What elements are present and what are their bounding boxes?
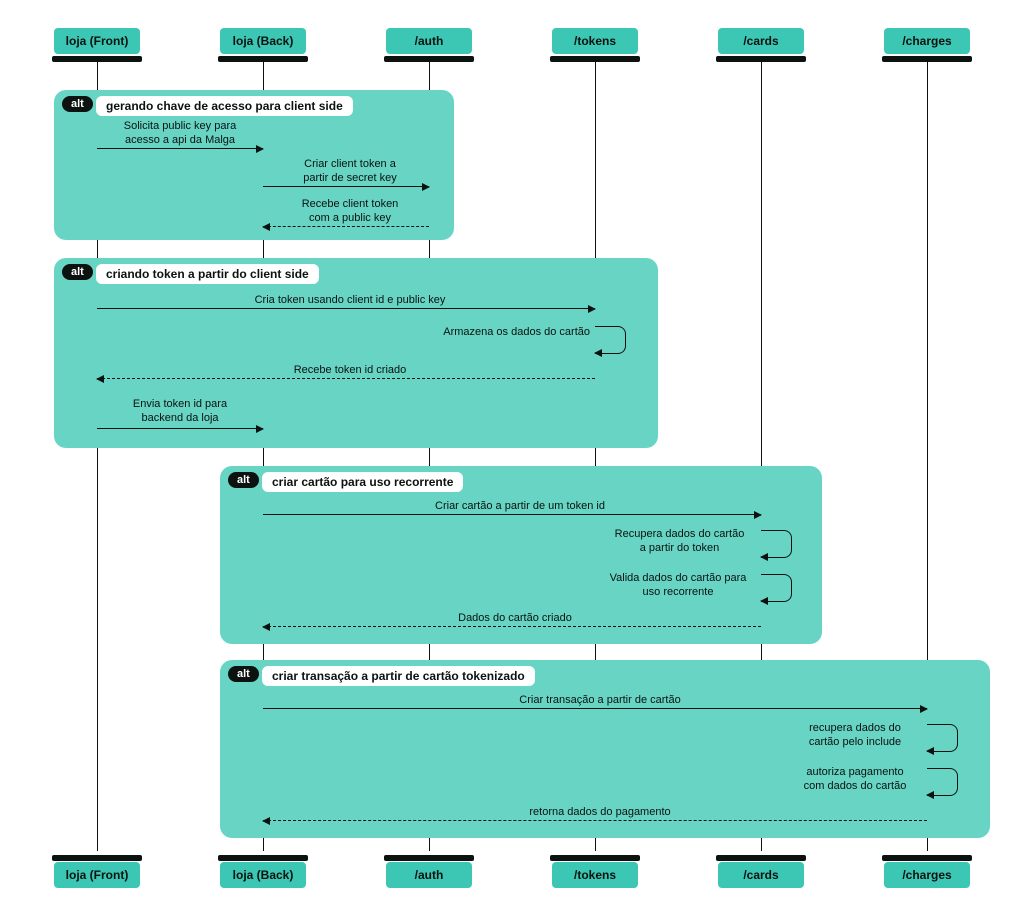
msg-cards-to-back	[263, 626, 761, 627]
alt-pill: alt	[228, 472, 259, 488]
msg-text: Cria token usando client id e public key	[240, 294, 460, 308]
loop-text: Armazena os dados do cartão	[440, 326, 590, 340]
msg-text: Recebe client token com a public key	[290, 198, 410, 226]
actor-underline	[716, 855, 806, 861]
actor-auth-bot: /auth	[386, 862, 472, 888]
actor-underline	[882, 56, 972, 62]
alt-title-2: criando token a partir do client side	[96, 264, 319, 284]
msg-text: Dados do cartão criado	[440, 612, 590, 626]
msg-back-to-cards	[263, 514, 761, 515]
selfmsg-tokens-store	[595, 326, 626, 354]
actor-underline	[218, 855, 308, 861]
alt-pill: alt	[228, 666, 259, 682]
msg-front-to-back	[97, 148, 263, 149]
msg-text: retorna dados do pagamento	[510, 806, 690, 820]
actor-underline	[882, 855, 972, 861]
actor-front-bot: loja (Front)	[54, 862, 140, 888]
msg-front-to-tokens	[97, 308, 595, 309]
loop-text: Recupera dados do cartão a partir do tok…	[602, 528, 757, 556]
selfmsg-cards-validate	[761, 574, 792, 602]
alt-pill: alt	[62, 264, 93, 280]
msg-front-to-back-2	[97, 428, 263, 429]
alt-title-1: gerando chave de acesso para client side	[96, 96, 353, 116]
actor-underline	[716, 56, 806, 62]
actor-underline	[384, 855, 474, 861]
alt-pill: alt	[62, 96, 93, 112]
msg-text: Criar transação a partir de cartão	[500, 694, 700, 708]
actor-underline	[52, 56, 142, 62]
msg-back-to-auth	[263, 186, 429, 187]
loop-text: Valida dados do cartão para uso recorren…	[598, 572, 758, 600]
actor-back-top: loja (Back)	[220, 28, 306, 54]
actor-charges-top: /charges	[884, 28, 970, 54]
msg-tokens-to-front	[97, 378, 595, 379]
msg-text: Criar cartão a partir de um token id	[420, 500, 620, 514]
actor-tokens-top: /tokens	[552, 28, 638, 54]
actor-tokens-bot: /tokens	[552, 862, 638, 888]
alt-title-3: criar cartão para uso recorrente	[262, 472, 463, 492]
actor-underline	[550, 56, 640, 62]
alt-title-4: criar transação a partir de cartão token…	[262, 666, 535, 686]
actor-underline	[52, 855, 142, 861]
msg-back-to-charges	[263, 708, 927, 709]
selfmsg-cards-recover	[761, 530, 792, 558]
selfmsg-charges-auth	[927, 768, 958, 796]
sequence-diagram: loja (Front) loja (Back) /auth /tokens /…	[0, 0, 1024, 911]
msg-charges-to-back	[263, 820, 927, 821]
msg-text: Envia token id para backend da loja	[115, 398, 245, 426]
actor-charges-bot: /charges	[884, 862, 970, 888]
msg-auth-to-back	[263, 226, 429, 227]
actor-back-bot: loja (Back)	[220, 862, 306, 888]
actor-underline	[550, 855, 640, 861]
msg-text: Criar client token a partir de secret ke…	[290, 158, 410, 186]
msg-text: Recebe token id criado	[270, 364, 430, 378]
loop-text: autoriza pagamento com dados do cartão	[790, 766, 920, 794]
actor-front-top: loja (Front)	[54, 28, 140, 54]
selfmsg-charges-recover	[927, 724, 958, 752]
actor-underline	[218, 56, 308, 62]
msg-text: Solicita public key para acesso a api da…	[110, 120, 250, 148]
loop-text: recupera dados do cartão pelo include	[790, 722, 920, 750]
actor-underline	[384, 56, 474, 62]
actor-cards-top: /cards	[718, 28, 804, 54]
actor-cards-bot: /cards	[718, 862, 804, 888]
actor-auth-top: /auth	[386, 28, 472, 54]
